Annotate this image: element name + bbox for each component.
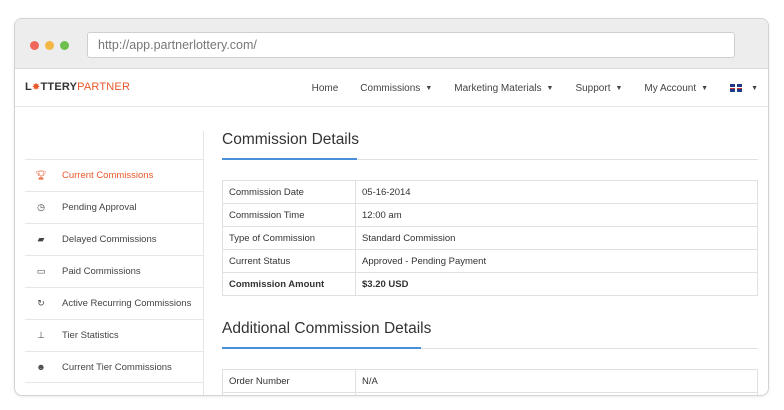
row-label: Order Number <box>222 369 356 393</box>
sidebar-item-paid-commissions[interactable]: ▭ Paid Commissions <box>25 255 203 287</box>
caret-down-icon: ▼ <box>425 84 433 92</box>
minimize-window-button[interactable] <box>45 41 54 50</box>
sidebar-item-tier-statistics[interactable]: ⊥ Tier Statistics <box>25 319 203 351</box>
title-underline <box>222 158 758 160</box>
table-row: Type of Commission Standard Commission <box>222 226 758 250</box>
caret-down-icon: ▼ <box>751 84 758 92</box>
maximize-window-button[interactable] <box>60 41 69 50</box>
row-label: Commission Amount <box>222 272 356 296</box>
nav-commissions[interactable]: Commissions ▼ <box>360 83 432 94</box>
uk-flag-icon <box>730 84 743 92</box>
sitemap-icon: ⊥ <box>37 330 45 340</box>
additional-details-table: Order Number N/A <box>222 369 758 395</box>
main-menu: Home Commissions ▼ Marketing Materials ▼ S… <box>312 69 768 107</box>
sidebar-divider <box>203 131 204 395</box>
sidebar-item-pending-approval[interactable]: ◷ Pending Approval <box>25 191 203 223</box>
row-value: Approved - Pending Payment <box>355 249 758 273</box>
top-navigation: L✸TTERYPARTNER Home Commissions ▼ Marketi… <box>15 69 768 107</box>
nav-marketing-materials[interactable]: Marketing Materials ▼ <box>454 83 553 94</box>
sidebar: 🏆︎ Current Commissions ◷ Pending Approva… <box>25 159 203 383</box>
commission-amount-row: Commission Amount $3.20 USD <box>222 272 758 296</box>
row-label <box>222 392 356 395</box>
row-value <box>355 392 758 395</box>
row-label: Commission Date <box>222 180 356 204</box>
address-bar[interactable]: http://app.partnerlottery.com/ <box>87 32 735 58</box>
table-row: Commission Time 12:00 am <box>222 203 758 227</box>
row-value: Standard Commission <box>355 226 758 250</box>
caret-down-icon: ▼ <box>615 84 623 92</box>
row-label: Type of Commission <box>222 226 356 250</box>
caret-down-icon: ▼ <box>701 84 709 92</box>
commission-details-title: Commission Details <box>222 131 359 148</box>
caret-down-icon: ▼ <box>546 84 554 92</box>
title-underline <box>222 347 758 349</box>
star-icon: ✸ <box>31 82 41 93</box>
sidebar-item-delayed-commissions[interactable]: ▰ Delayed Commissions <box>25 223 203 255</box>
row-value: N/A <box>355 369 758 393</box>
main-content: Commission Details Commission Date 05-16… <box>222 131 758 395</box>
close-window-button[interactable] <box>30 41 39 50</box>
sidebar-item-current-tier-commissions[interactable]: ☻ Current Tier Commissions <box>25 351 203 383</box>
language-selector[interactable]: ▼ <box>730 84 758 92</box>
commission-amount-value: $3.20 USD <box>355 272 758 296</box>
commission-details-table: Commission Date 05-16-2014 Commission Ti… <box>222 180 758 296</box>
credit-card-icon: ▭ <box>36 266 46 276</box>
sidebar-item-active-recurring-commissions[interactable]: ↻ Active Recurring Commissions <box>25 287 203 319</box>
table-row: Current Status Approved - Pending Paymen… <box>222 249 758 273</box>
table-row: Order Number N/A <box>222 369 758 393</box>
trophy-icon: 🏆︎ <box>35 170 47 180</box>
row-label: Current Status <box>222 249 356 273</box>
row-label: Commission Time <box>222 203 356 227</box>
additional-details-title: Additional Commission Details <box>222 320 432 337</box>
table-row <box>222 392 758 395</box>
nav-home[interactable]: Home <box>312 83 339 94</box>
row-value: 05-16-2014 <box>355 180 758 204</box>
users-icon: ☻ <box>36 362 46 372</box>
table-row: Commission Date 05-16-2014 <box>222 180 758 204</box>
nav-support[interactable]: Support ▼ <box>575 83 622 94</box>
sidebar-item-current-commissions[interactable]: 🏆︎ Current Commissions <box>25 159 203 191</box>
refresh-icon: ↻ <box>37 298 45 308</box>
browser-window: http://app.partnerlottery.com/ L✸TTERYPA… <box>14 18 769 396</box>
row-value: 12:00 am <box>355 203 758 227</box>
truck-icon: ▰ <box>37 234 45 244</box>
browser-chrome: http://app.partnerlottery.com/ <box>15 19 768 69</box>
logo[interactable]: L✸TTERYPARTNER <box>25 81 130 93</box>
clock-icon: ◷ <box>37 202 45 212</box>
nav-my-account[interactable]: My Account ▼ <box>644 83 708 94</box>
